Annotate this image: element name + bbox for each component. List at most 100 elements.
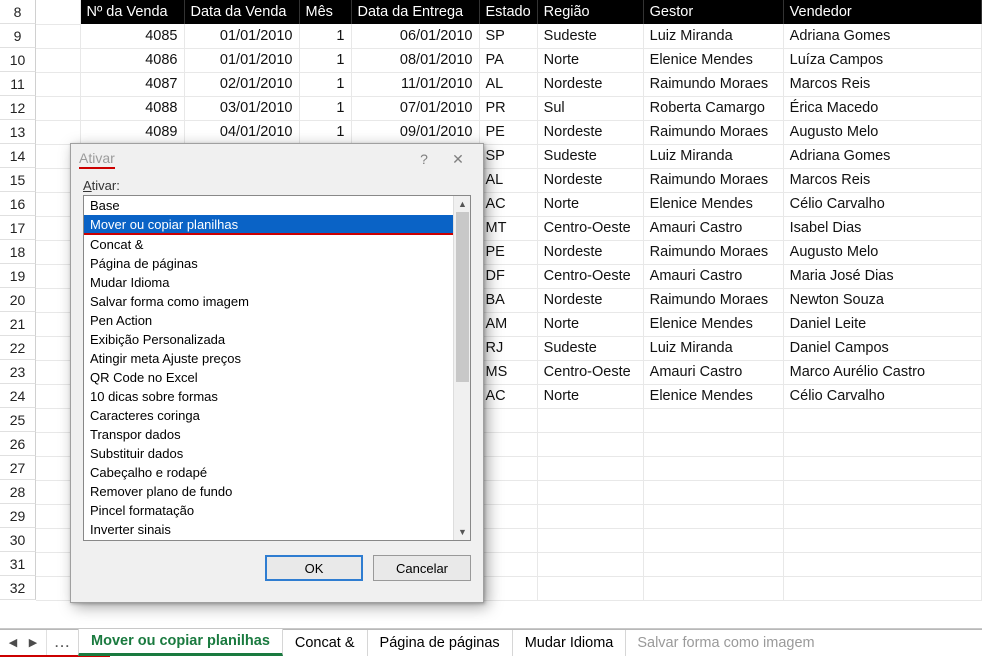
cell[interactable] [643,456,783,480]
row-header[interactable]: 14 [0,144,36,168]
cell[interactable] [783,456,981,480]
row-header[interactable]: 22 [0,336,36,360]
cell[interactable]: Elenice Mendes [643,192,783,216]
cell[interactable]: Centro-Oeste [537,264,643,288]
row-header[interactable]: 21 [0,312,36,336]
cell[interactable]: 09/01/2010 [351,120,479,144]
cell[interactable] [783,408,981,432]
list-item[interactable]: Pincel formatação [84,501,453,520]
sheet-tab[interactable]: Mudar Idioma [512,629,627,656]
cell[interactable]: Nordeste [537,168,643,192]
row-header[interactable]: 13 [0,120,36,144]
cell[interactable]: 1 [299,48,351,72]
cell[interactable]: 1 [299,72,351,96]
cell[interactable] [479,504,537,528]
row-header[interactable]: 27 [0,456,36,480]
cell[interactable] [643,528,783,552]
cell[interactable]: Isabel Dias [783,216,981,240]
row-header[interactable]: 11 [0,72,36,96]
row-header[interactable]: 17 [0,216,36,240]
col-data-venda[interactable]: Data da Venda [184,0,299,24]
cell[interactable]: MS [479,360,537,384]
cell[interactable] [783,480,981,504]
cell[interactable]: Luiz Miranda [643,144,783,168]
list-item[interactable]: Pen Action [84,311,453,330]
list-item[interactable]: 10 dicas sobre formas [84,387,453,406]
cell[interactable]: Elenice Mendes [643,384,783,408]
cell[interactable]: Amauri Castro [643,216,783,240]
cell[interactable] [537,480,643,504]
cell[interactable]: Luíza Campos [783,48,981,72]
cell[interactable]: 03/01/2010 [184,96,299,120]
cell[interactable]: 07/01/2010 [351,96,479,120]
row-header[interactable]: 26 [0,432,36,456]
cell[interactable] [783,528,981,552]
list-item[interactable]: Substituir dados [84,444,453,463]
scroll-thumb[interactable] [456,212,469,382]
cell[interactable]: Roberta Camargo [643,96,783,120]
cell[interactable]: 4086 [80,48,184,72]
row-header[interactable]: 16 [0,192,36,216]
row-header[interactable]: 24 [0,384,36,408]
sheet-listbox[interactable]: BaseMover ou copiar planilhasConcat &Pág… [83,195,471,541]
tab-more-button[interactable]: ... [47,629,79,656]
cell[interactable]: 1 [299,96,351,120]
cell[interactable]: Daniel Campos [783,336,981,360]
cell[interactable]: Amauri Castro [643,360,783,384]
row-header[interactable]: 12 [0,96,36,120]
cell[interactable] [643,408,783,432]
cell[interactable]: Raimundo Moraes [643,288,783,312]
cell[interactable] [537,456,643,480]
cell[interactable]: PR [479,96,537,120]
cell[interactable] [783,552,981,576]
cell[interactable]: 01/01/2010 [184,24,299,48]
cell[interactable] [479,432,537,456]
cell[interactable] [643,432,783,456]
cell[interactable]: Centro-Oeste [537,360,643,384]
cell[interactable] [479,552,537,576]
cell[interactable]: 02/01/2010 [184,72,299,96]
cell[interactable]: Luiz Miranda [643,24,783,48]
row-header[interactable]: 10 [0,48,36,72]
cell[interactable]: PA [479,48,537,72]
cell[interactable]: Marcos Reis [783,168,981,192]
tab-ghost[interactable]: Salvar forma como imagem [625,629,826,656]
list-item[interactable]: Inserir objetos no Excel [84,539,453,540]
cell[interactable] [643,504,783,528]
cell[interactable]: AL [479,168,537,192]
cell[interactable]: Daniel Leite [783,312,981,336]
cell[interactable] [537,504,643,528]
scrollbar[interactable]: ▲ ▼ [453,196,470,540]
cancel-button[interactable]: Cancelar [373,555,471,581]
cell[interactable]: Sul [537,96,643,120]
list-item[interactable]: Mover ou copiar planilhas [84,215,453,235]
list-item[interactable]: Mudar Idioma [84,273,453,292]
row-header[interactable]: 20 [0,288,36,312]
row-header[interactable]: 23 [0,360,36,384]
cell[interactable] [643,552,783,576]
cell[interactable]: Norte [537,48,643,72]
cell[interactable] [783,576,981,600]
cell[interactable] [36,24,80,48]
col-regiao[interactable]: Região [537,0,643,24]
row-header[interactable]: 9 [0,24,36,48]
cell[interactable]: AM [479,312,537,336]
row-header[interactable]: 31 [0,552,36,576]
cell[interactable]: BA [479,288,537,312]
cell[interactable]: 01/01/2010 [184,48,299,72]
cell[interactable]: 08/01/2010 [351,48,479,72]
list-item[interactable]: Exibição Personalizada [84,330,453,349]
row-header[interactable]: 15 [0,168,36,192]
cell[interactable] [36,96,80,120]
cell[interactable] [643,480,783,504]
cell[interactable] [479,408,537,432]
cell[interactable] [36,120,80,144]
cell[interactable] [783,504,981,528]
list-item[interactable]: Remover plano de fundo [84,482,453,501]
cell[interactable]: Raimundo Moraes [643,120,783,144]
row-header[interactable]: 28 [0,480,36,504]
cell[interactable]: Célio Carvalho [783,384,981,408]
row-header[interactable]: 32 [0,576,36,600]
cell[interactable]: Nordeste [537,120,643,144]
cell[interactable]: Norte [537,312,643,336]
